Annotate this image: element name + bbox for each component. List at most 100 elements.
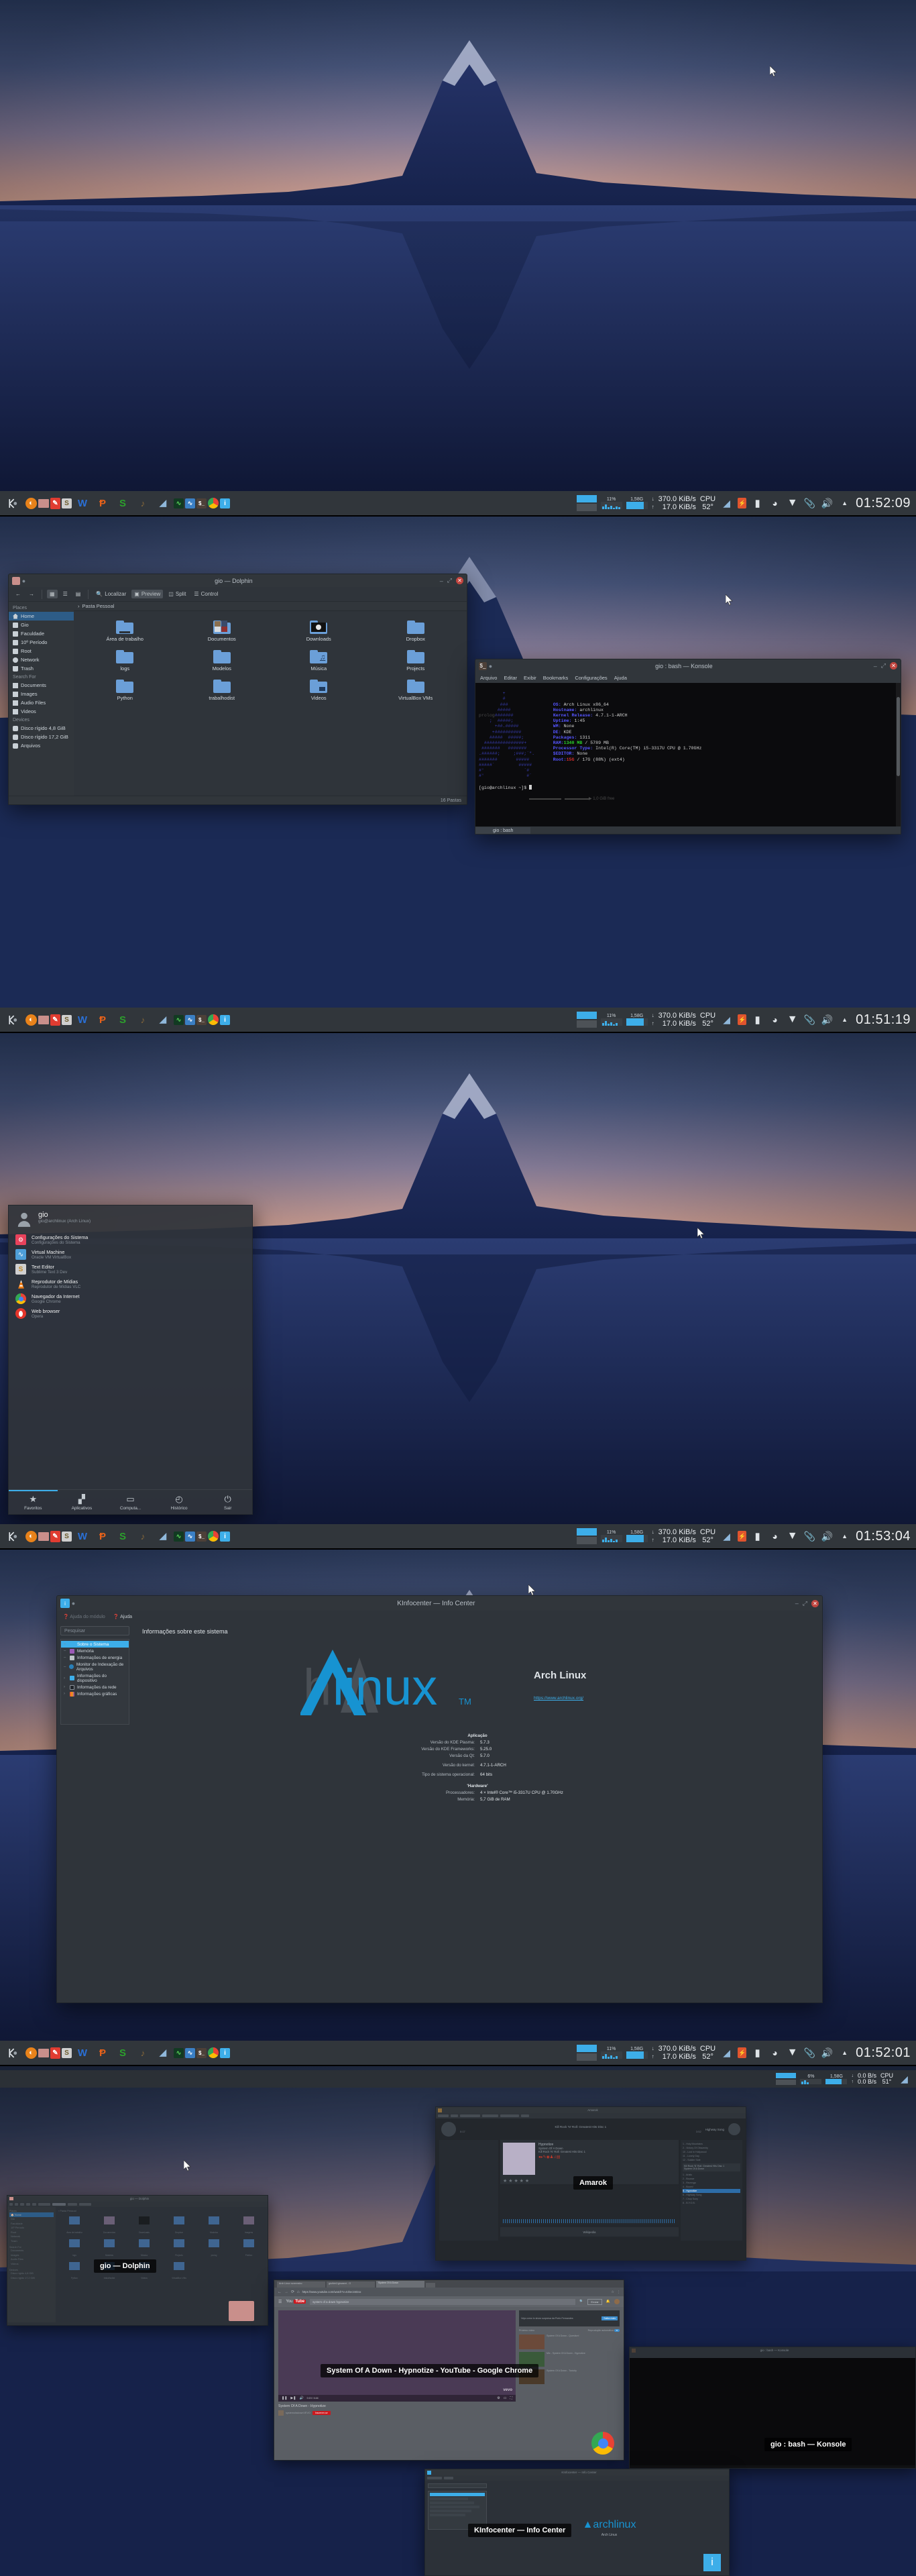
favorite-item-opera[interactable]: Web browser Opera (9, 1306, 252, 1321)
sublime-text-dev-icon[interactable]: S (62, 1014, 72, 1025)
folder-item[interactable]: ♫ Música (270, 646, 367, 676)
krita-tray-icon[interactable]: ◢ (898, 2073, 911, 2086)
system-tray-preview[interactable]: 6% 1,58G ↓ ↑ 0.0 B/s 0.0 B/s CPU 51° ◢ (776, 2073, 916, 2086)
clipboard-tray-icon[interactable]: ◕ (768, 2047, 781, 2059)
folder-item[interactable]: logs (76, 646, 174, 676)
close-icon[interactable]: ✕ (811, 1599, 819, 1607)
system-monitor-icon[interactable]: ∿ (174, 2047, 184, 2058)
mini-folder[interactable]: Documentos (93, 2216, 125, 2237)
close-icon[interactable]: ✕ (456, 577, 463, 584)
maximize-icon[interactable]: ⤢ (881, 662, 886, 669)
firefox-icon[interactable]: ◐ (25, 2047, 37, 2059)
kinfocenter-window-buttons[interactable]: – ⤢ ✕ (795, 1599, 819, 1607)
sidebar-item-audio[interactable]: Audio Files (9, 698, 74, 707)
mini-folder[interactable]: Modelos (198, 2216, 230, 2237)
minimize-icon[interactable]: – (874, 663, 877, 669)
network-tray-icon[interactable]: ▼ (786, 1530, 799, 1543)
dolphin-places-panel[interactable]: Places Home Gio Faculdade 10º Período Ro… (9, 602, 74, 796)
menu-configuracoes[interactable]: Configurações (575, 675, 607, 681)
dolphin-window[interactable]: ● gio — Dolphin – ⤢ ✕ ← → ▦ ☰ ▤ 🔍 Localiz… (8, 574, 467, 805)
kinfocenter-icon[interactable]: i (220, 2047, 230, 2058)
konsole-scrollbar[interactable] (896, 683, 901, 826)
konsole-icon[interactable]: $_ (196, 498, 207, 508)
konsole-window-buttons[interactable]: – ⤢ ✕ (874, 662, 897, 669)
volume-icon[interactable]: 🔊 (299, 2396, 303, 2400)
upload-button[interactable]: Enviar (587, 2298, 602, 2305)
favorite-item-virtualbox[interactable]: ∿ Virtual Machine Oracle VM VirtualBox (9, 1247, 252, 1262)
volume-tray-icon[interactable]: 🔊 (821, 1530, 834, 1543)
system-monitor-icon[interactable]: ∿ (174, 498, 184, 508)
mini-folder[interactable]: logs (58, 2239, 91, 2259)
pause-icon[interactable]: ❚❚ (282, 2396, 287, 2400)
tree-item-indexacao[interactable]: – Monitor de Indexação de Arquivos (61, 1661, 129, 1672)
find-button[interactable]: 🔍 Localizar (93, 590, 129, 598)
mini-folder[interactable]: Público (233, 2239, 265, 2259)
details-view-button[interactable]: ▤ (73, 590, 84, 598)
mini-sidebar-item[interactable]: Disco rígido 17,2 GiB (11, 2276, 54, 2281)
mini-folder[interactable]: Modelos (93, 2239, 125, 2259)
folder-item[interactable]: trabalhodist (174, 676, 271, 705)
taskbar-panel[interactable]: ◐ ✎ S W Ᵽ S ♪ ◢ ∿ ∿ $_ i 11% 1,58G ↓ ↑ 3… (0, 1524, 916, 1548)
youtube-logo[interactable]: You Tube (286, 2300, 306, 2304)
mini-sidebar-item[interactable]: Trash (11, 2239, 54, 2244)
digital-clock[interactable]: 01:53:04 (856, 1529, 911, 1544)
mini-tree-item-selected[interactable] (430, 2493, 485, 2496)
sidebar-item-disk2[interactable]: Disco rígido 17,2 GiB (9, 733, 74, 741)
module-help-button[interactable]: ❓ Ajuda do módulo (63, 1614, 105, 1619)
folder-item[interactable]: Dropbox (367, 616, 465, 646)
kinfocenter-window-thumb[interactable]: KInfocenter — Info Center ▲archlinux Arc… (424, 2469, 730, 2576)
sublime-text-icon[interactable]: ✎ (50, 2047, 60, 2059)
sidebar-item-disk1[interactable]: Disco rígido 4,8 GiB (9, 724, 74, 733)
module-tree[interactable]: – Sobre o Sistema – Memória – Informações d… (60, 1639, 129, 1725)
folder-item[interactable]: VirtualBox VMs (367, 676, 465, 705)
chrome-tab-active[interactable]: System Of A Down (376, 2281, 424, 2288)
folder-item[interactable]: Área de trabalho (76, 616, 174, 646)
firefox-icon[interactable]: ◐ (25, 1014, 37, 1026)
clipboard-tray-icon[interactable]: ◕ (768, 497, 781, 510)
chrome-menu-icon[interactable]: ⋮ (617, 2290, 620, 2294)
krita-tray-icon[interactable]: ◢ (720, 1014, 733, 1026)
menu-ajuda[interactable]: Ajuda (614, 675, 627, 681)
mini-folder[interactable]: VirtualBox VMs (163, 2262, 195, 2282)
bookmark-star-icon[interactable]: ☆ (612, 2290, 614, 2294)
konsole-icon[interactable]: $_ (196, 2047, 207, 2058)
wps-spreadsheet-icon[interactable]: S (113, 2043, 132, 2062)
wps-presentation-icon[interactable]: Ᵽ (93, 494, 112, 513)
kinfocenter-sidebar[interactable]: Pesquisar – Sobre o Sistema – Memória – Inf… (57, 1623, 133, 1807)
kickoff-menu[interactable]: gio gio@archlinux (Arch Linux) ⚙ Configu… (8, 1205, 253, 1515)
kinfocenter-icon[interactable]: i (220, 498, 230, 508)
klipper-tray-icon[interactable]: 📎 (803, 2047, 816, 2059)
konsole-tabbar[interactable]: gio : bash (475, 826, 901, 834)
tree-item-graficas[interactable]: › Informações gráficas (61, 1690, 129, 1697)
keep-above-icon[interactable]: ● (70, 1600, 77, 1607)
fullscreen-icon[interactable]: ⛶ (510, 2396, 512, 2400)
dolphin-icon[interactable] (38, 2048, 49, 2057)
sublime-text-icon[interactable]: ✎ (50, 1530, 60, 1542)
distro-url[interactable]: https://www.archlinux.org/ (534, 1696, 654, 1701)
kickoff-launcher-button[interactable] (0, 1008, 24, 1032)
google-chrome-icon[interactable] (208, 498, 219, 508)
sidebar-item-images[interactable]: Images (9, 690, 74, 698)
konsole-window[interactable]: $_ ● gio : bash — Konsole – ⤢ ✕ Arquivo … (475, 659, 901, 835)
clipboard-tray-icon[interactable]: ◕ (768, 1530, 781, 1543)
taskbar-panel[interactable]: ◐ ✎ S W Ᵽ S ♪ ◢ ∿ ∿ $_ i 11% 1,58G ↓ ↑ 3… (0, 491, 916, 515)
taskbar-panel[interactable]: ◐ ✎ S W Ᵽ S ♪ ◢ ∿ ∿ $_ i 11% 1,58G ↓ ↑ 3… (0, 2041, 916, 2065)
folder-item[interactable]: Downloads (270, 616, 367, 646)
amarok-icon[interactable]: ♪ (133, 1010, 152, 1029)
folder-item[interactable]: Modelos (174, 646, 271, 676)
virtualbox-icon[interactable]: ∿ (185, 1014, 195, 1025)
device-notifier-icon[interactable]: ▮ (751, 1530, 764, 1543)
sublime-text-icon[interactable]: ✎ (50, 497, 60, 509)
taskbar-panel[interactable]: ◐ ✎ S W Ᵽ S ♪ ◢ ∿ ∿ $_ i 11% 1,58G ↓ ↑ 3… (0, 1008, 916, 1032)
dolphin-window-buttons[interactable]: – ⤢ ✕ (440, 577, 463, 584)
wps-spreadsheet-icon[interactable]: S (113, 1527, 132, 1546)
battery-tray-icon[interactable]: ⚡ (738, 1531, 747, 1542)
theater-icon[interactable]: ▭ (504, 2396, 507, 2400)
dolphin-icon[interactable] (38, 1532, 49, 1541)
task-launcher-icons[interactable]: ◐ ✎ S W Ᵽ S ♪ ◢ ∿ ∿ $_ i (24, 1527, 230, 1546)
clipboard-tray-icon[interactable]: ◕ (768, 1014, 781, 1026)
mini-places-panel[interactable]: Places 🏠 Home Gio Faculdade 10º Período … (7, 2207, 56, 2322)
chrome-new-tab-button[interactable] (426, 2283, 435, 2288)
minimize-icon[interactable]: – (795, 1600, 799, 1607)
maximize-icon[interactable]: ⤢ (803, 1600, 807, 1607)
